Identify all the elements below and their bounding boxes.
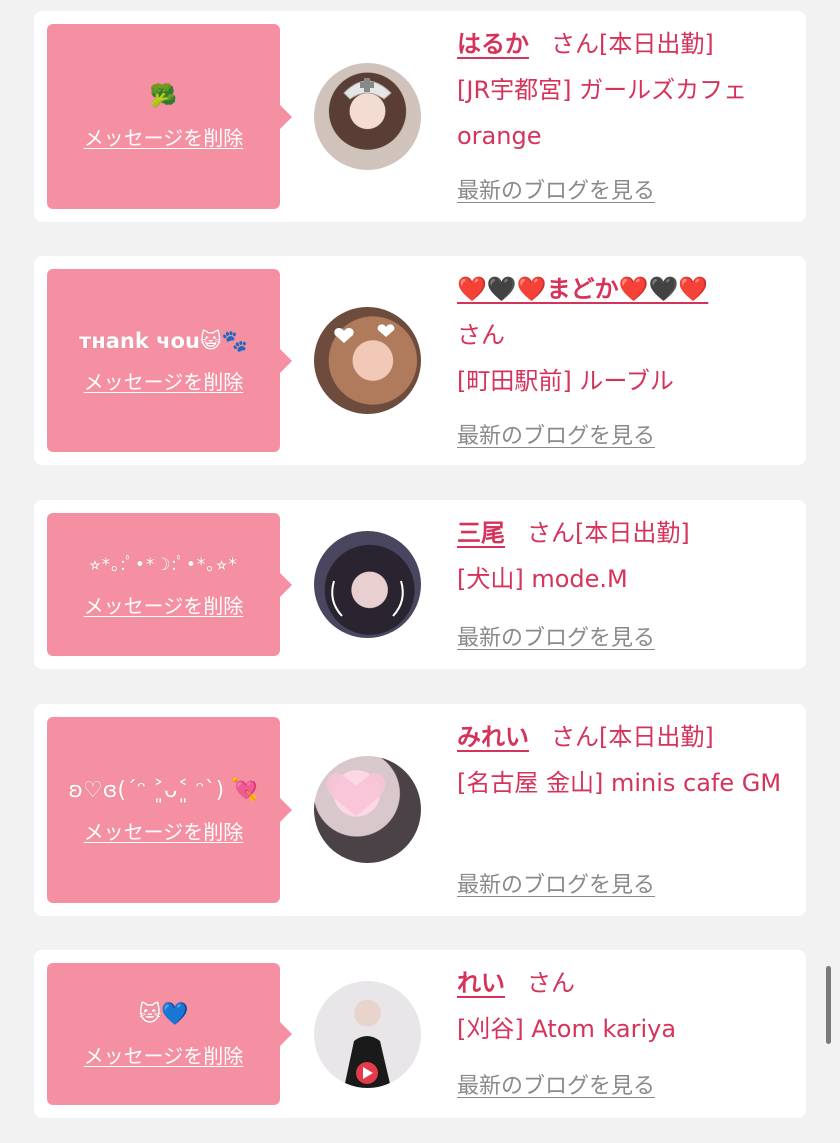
delete-message-link[interactable]: メッセージを削除	[84, 816, 244, 845]
shop-name: [犬山] mode.M	[457, 565, 628, 593]
delete-message-link[interactable]: メッセージを削除	[84, 122, 244, 151]
blog-link[interactable]: 最新のブログを見る	[457, 418, 655, 450]
message-card: тнank чou😺🐾 メッセージを削除 ❤️🖤❤️まどか❤️🖤❤️ さん [町…	[34, 256, 806, 465]
attendance-status: [本日出勤]	[599, 30, 714, 58]
honorific: さん	[527, 969, 575, 997]
message-text: 🥦	[149, 84, 178, 109]
delete-message-link[interactable]: メッセージを削除	[84, 590, 244, 619]
message-bubble: ⭐︎*｡:ﾟ•*☽:ﾟ•*｡⭐︎* メッセージを削除	[47, 513, 292, 656]
girl-info: 三尾 さん[本日出勤] [犬山] mode.M	[457, 510, 797, 602]
message-text: тнank чou😺🐾	[79, 329, 248, 353]
girl-name-link[interactable]: ❤️🖤❤️まどか❤️🖤❤️	[457, 275, 708, 303]
heart-sticker-icon	[326, 773, 386, 816]
girl-name-link[interactable]: はるか	[457, 30, 529, 58]
honorific: さん	[551, 30, 599, 58]
shop-name: [JR宇都宮] ガールズカフェ orange	[457, 76, 748, 150]
girl-info: れい さん [刈谷] Atom kariya	[457, 960, 797, 1052]
avatar[interactable]	[314, 531, 421, 638]
scrollbar[interactable]	[826, 966, 831, 1044]
message-text: ⭐︎*｡:ﾟ•*☽:ﾟ•*｡⭐︎*	[89, 555, 238, 575]
message-bubble: 🥦 メッセージを削除	[47, 24, 292, 209]
girl-name-link[interactable]: みれい	[457, 723, 529, 751]
blog-link[interactable]: 最新のブログを見る	[457, 620, 655, 652]
avatar[interactable]	[314, 981, 421, 1088]
message-bubble: 🐱💙 メッセージを削除	[47, 963, 292, 1105]
girl-info: ❤️🖤❤️まどか❤️🖤❤️ さん [町田駅前] ルーブル	[457, 266, 797, 404]
message-card: ⭐︎*｡:ﾟ•*☽:ﾟ•*｡⭐︎* メッセージを削除 三尾 さん[本日出勤] [犬…	[34, 500, 806, 669]
blog-link[interactable]: 最新のブログを見る	[457, 1068, 655, 1100]
girl-info: はるか さん[本日出勤] [JR宇都宮] ガールズカフェ orange	[457, 21, 797, 159]
delete-message-link[interactable]: メッセージを削除	[84, 1040, 244, 1069]
heart-icon	[334, 324, 395, 343]
blog-link[interactable]: 最新のブログを見る	[457, 867, 655, 899]
avatar[interactable]	[314, 307, 421, 414]
message-bubble: тнank чou😺🐾 メッセージを削除	[47, 269, 292, 452]
girl-name-link[interactable]: 三尾	[457, 519, 505, 547]
message-card: ʚ♡ɞ(ˊᵔ ˃͈ᴗ˂͈ ᵔˋ) 💘 メッセージを削除 みれい さん[本日出勤] …	[34, 704, 806, 916]
delete-message-link[interactable]: メッセージを削除	[84, 366, 244, 395]
girl-name-link[interactable]: れい	[457, 969, 505, 997]
message-card: 🥦 メッセージを削除 はるか さん[本日出勤] [JR宇都宮] ガールズカフェ o…	[34, 11, 806, 222]
message-bubble: ʚ♡ɞ(ˊᵔ ˃͈ᴗ˂͈ ᵔˋ) 💘 メッセージを削除	[47, 717, 292, 903]
message-text: 🐱💙	[138, 1001, 189, 1027]
avatar[interactable]	[314, 63, 421, 170]
honorific: さん	[551, 723, 599, 751]
attendance-status: [本日出勤]	[599, 723, 714, 751]
attendance-status: [本日出勤]	[575, 519, 690, 547]
nurse-cap-icon	[343, 78, 392, 100]
wink-icon	[331, 580, 404, 617]
avatar[interactable]	[314, 756, 421, 863]
honorific: さん	[527, 519, 575, 547]
shop-name: [町田駅前] ルーブル	[457, 367, 674, 395]
message-card: 🐱💙 メッセージを削除 れい さん [刈谷] Atom kariya 最新のブログ…	[34, 950, 806, 1118]
shop-name: [刈谷] Atom kariya	[457, 1015, 677, 1043]
honorific: さん	[457, 321, 505, 349]
play-icon	[344, 1036, 391, 1088]
girl-info: みれい さん[本日出勤] [名古屋 金山] minis cafe GM	[457, 714, 797, 806]
message-text: ʚ♡ɞ(ˊᵔ ˃͈ᴗ˂͈ ᵔˋ) 💘	[68, 777, 259, 803]
shop-name: [名古屋 金山] minis cafe GM	[457, 769, 782, 797]
blog-link[interactable]: 最新のブログを見る	[457, 173, 655, 205]
